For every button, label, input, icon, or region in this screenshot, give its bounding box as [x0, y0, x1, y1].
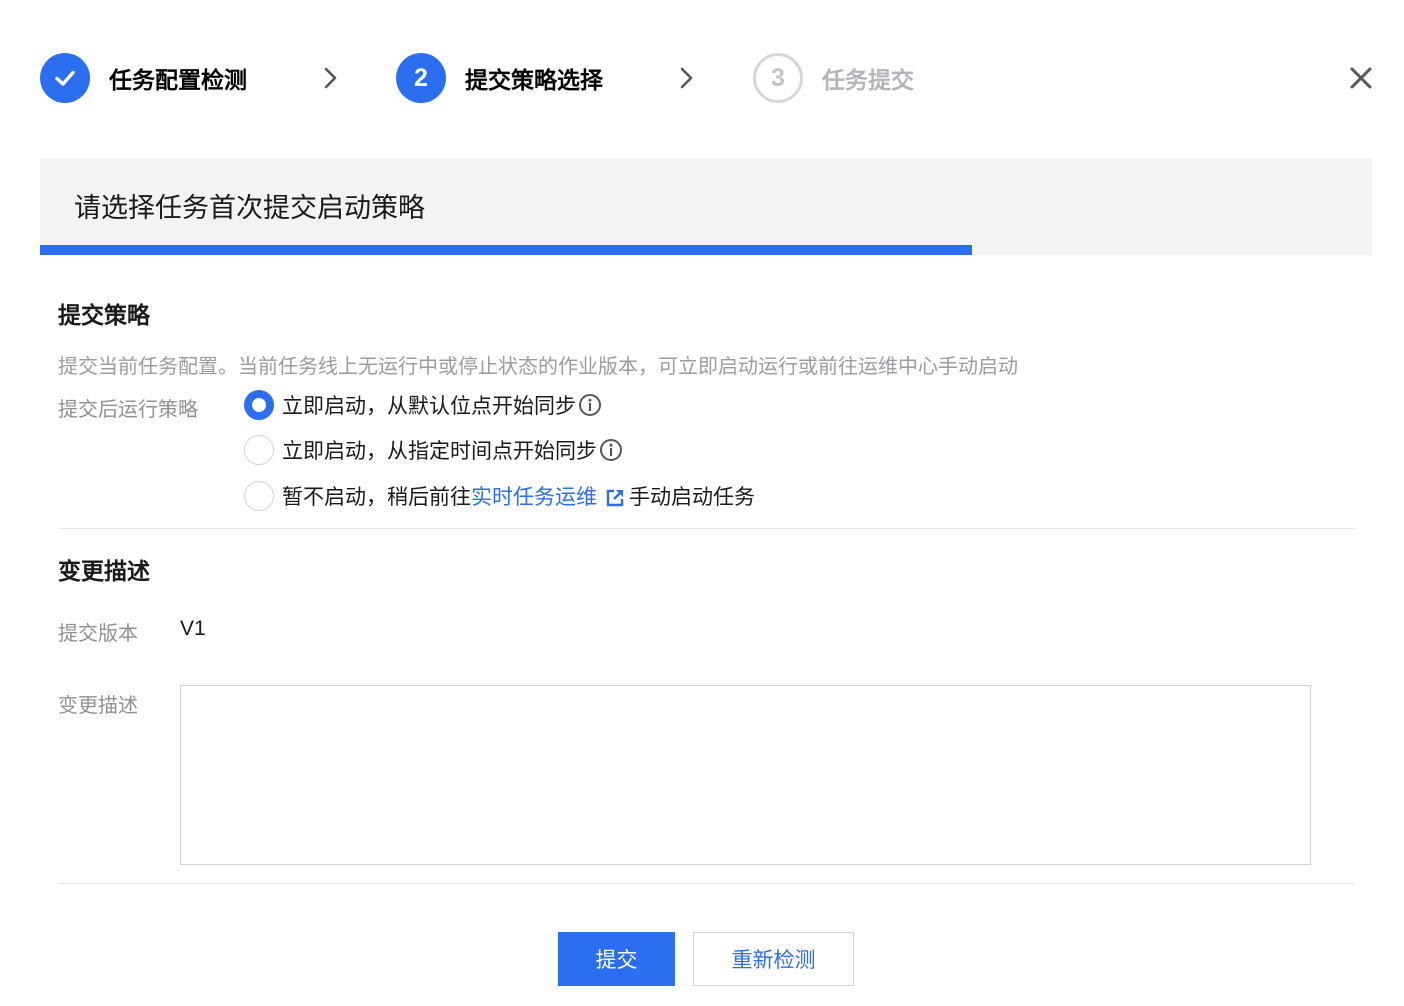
external-link-icon[interactable] — [605, 488, 625, 508]
radio-label: 立即启动，从指定时间点开始同步 — [282, 439, 597, 463]
version-value: V1 — [180, 617, 206, 640]
step-config-check: 任务配置检测 — [40, 53, 247, 103]
info-icon[interactable] — [599, 438, 623, 462]
info-icon[interactable] — [578, 393, 602, 417]
step-strategy-select: 2 提交策略选择 — [396, 53, 603, 103]
divider — [58, 883, 1355, 884]
radio-start-default-offset[interactable]: 立即启动，从默认位点开始同步 — [244, 390, 602, 420]
step-task-submit: 3 任务提交 — [753, 53, 914, 103]
radio-button[interactable] — [244, 390, 274, 420]
close-icon[interactable] — [1347, 64, 1375, 92]
radio-start-later[interactable]: 暂不启动，稍后前往实时任务运维 手动启动任务 — [244, 481, 755, 511]
step-number: 3 — [753, 53, 803, 103]
step-label: 任务配置检测 — [109, 68, 247, 94]
chevron-right-icon — [680, 67, 693, 89]
radio-label-suffix: 手动启动任务 — [629, 485, 755, 509]
radio-label: 立即启动，从默认位点开始同步 — [282, 394, 576, 418]
radio-button[interactable] — [244, 481, 274, 511]
radio-start-specified-time[interactable]: 立即启动，从指定时间点开始同步 — [244, 435, 623, 465]
progress-bar — [40, 245, 1372, 255]
change-desc-label: 变更描述 — [58, 693, 138, 717]
strategy-banner: 请选择任务首次提交启动策略 — [40, 158, 1372, 255]
submit-button[interactable]: 提交 — [558, 932, 675, 986]
change-desc-input[interactable] — [180, 685, 1311, 865]
step-number: 2 — [396, 53, 446, 103]
progress-fill — [40, 245, 973, 255]
recheck-button[interactable]: 重新检测 — [693, 932, 854, 986]
step-label: 提交策略选择 — [465, 68, 603, 94]
section-title-strategy: 提交策略 — [58, 303, 150, 329]
check-icon — [40, 53, 90, 103]
section-title-change: 变更描述 — [58, 559, 150, 585]
strategy-description: 提交当前任务配置。当前任务线上无运行中或停止状态的作业版本，可立即启动运行或前往… — [58, 354, 1018, 378]
version-label: 提交版本 — [58, 621, 138, 645]
divider — [58, 528, 1355, 529]
radio-button[interactable] — [244, 435, 274, 465]
banner-title: 请选择任务首次提交启动策略 — [74, 193, 425, 224]
run-strategy-label: 提交后运行策略 — [58, 397, 198, 421]
chevron-right-icon — [324, 67, 337, 89]
steps-bar: 任务配置检测 2 提交策略选择 3 任务提交 — [40, 53, 1372, 103]
radio-label-prefix: 暂不启动，稍后前往 — [282, 485, 471, 509]
step-label: 任务提交 — [822, 68, 914, 94]
realtime-ops-link[interactable]: 实时任务运维 — [471, 485, 597, 509]
radio-label: 暂不启动，稍后前往实时任务运维 手动启动任务 — [282, 481, 755, 511]
